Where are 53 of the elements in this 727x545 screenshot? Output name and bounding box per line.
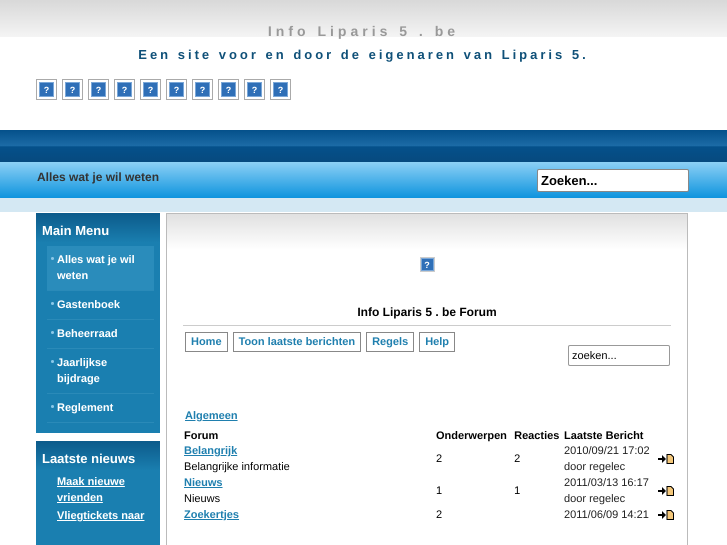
broken-image-icon[interactable]: ? [192, 79, 213, 100]
broken-image-icon[interactable]: ? [166, 79, 187, 100]
broken-image-icon[interactable]: ? [270, 79, 291, 100]
broken-image-icon[interactable]: ? [88, 79, 109, 100]
forum-description: Belangrijke informatie [184, 460, 291, 475]
last-post-date: 2011/06/09 14:21 [564, 508, 650, 523]
broken-image-icon[interactable]: ? [36, 79, 57, 100]
menu-item[interactable]: Reglement [47, 394, 154, 423]
forum-nav-button[interactable]: Toon laatste berichten [232, 332, 362, 352]
forum-search-field[interactable]: zoeken... [568, 345, 670, 366]
last-post-author: door regelec [564, 492, 626, 507]
last-post-author: door regelec [564, 460, 626, 475]
menu-item[interactable]: Alles wat je wil weten [47, 246, 154, 291]
topic-count: 1 [436, 485, 442, 497]
forum-nav-button[interactable]: Help [419, 332, 456, 352]
last-post-date: 2010/09/21 17:02 [564, 444, 651, 459]
menu-title: Main Menu [42, 223, 110, 238]
forum-description: Nieuws [184, 492, 222, 507]
site-title: Info Liparis 5 . be [268, 23, 460, 39]
reply-count: 1 [514, 485, 520, 497]
site-subtitle: Een site voor en door de eigenaren van Liparis 5. [137, 47, 590, 62]
go-to-post-icon[interactable] [658, 486, 674, 496]
go-to-post-icon[interactable] [658, 454, 674, 464]
search-field[interactable]: Zoeken... [537, 168, 689, 192]
broken-image-icon[interactable]: ? [62, 79, 83, 100]
column-header: Forum [184, 430, 218, 442]
forum-link[interactable]: Zoekertjes [184, 509, 240, 521]
forum-link[interactable]: Nieuws [184, 477, 223, 489]
broken-image-icon[interactable]: ? [140, 79, 161, 100]
menu-item[interactable]: Gastenboek [47, 291, 154, 320]
go-to-post-icon[interactable] [658, 510, 674, 520]
forum-title: Info Liparis 5 . be Forum [183, 305, 671, 326]
forum-nav-button[interactable]: Regels [366, 332, 414, 352]
news-link[interactable]: Vliegtickets naar [57, 508, 154, 526]
news-link[interactable]: Maak nieuwe vrienden [57, 474, 154, 508]
menu-item[interactable]: Jaarlijkse bijdrage [47, 349, 154, 394]
category-link[interactable]: Algemeen [185, 410, 687, 422]
broken-image-icon: ? [420, 257, 434, 272]
last-post-date: 2011/03/13 16:17 [564, 476, 650, 491]
menu-item[interactable]: Beheerraad [47, 320, 154, 349]
topic-count: 2 [436, 453, 442, 465]
forum-link[interactable]: Belangrijk [184, 445, 238, 457]
broken-image-icon[interactable]: ? [244, 79, 265, 100]
topic-count: 2 [436, 509, 442, 521]
forum-nav-button[interactable]: Home [185, 332, 228, 352]
column-header: Laatste Bericht [564, 430, 644, 442]
broken-image-icon[interactable]: ? [114, 79, 135, 100]
column-header: Onderwerpen [436, 430, 507, 442]
broken-image-icon[interactable]: ? [218, 79, 239, 100]
news-title: Laatste nieuws [42, 451, 136, 466]
reply-count: 2 [514, 453, 520, 465]
bar-label: Alles wat je wil weten [37, 170, 160, 184]
column-header: Reacties [514, 430, 560, 442]
